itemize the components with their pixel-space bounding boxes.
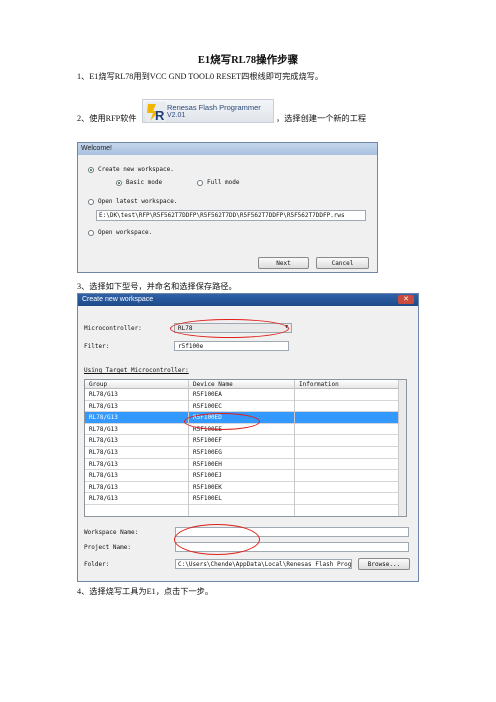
table-row[interactable]: RL78/G13 R5F100EK	[85, 482, 406, 494]
microcontroller-label: Microcontroller:	[84, 325, 142, 332]
filter-input[interactable]: r5f100e	[174, 341, 289, 351]
folder-label: Folder:	[84, 561, 110, 568]
new-workspace-dialog: Create new workspace ✕ Microcontroller: …	[77, 293, 419, 582]
full-mode-label[interactable]: Full mode	[207, 179, 240, 186]
new-workspace-dialog-title: Create new workspace	[78, 294, 418, 306]
cell-group: RL78/G13	[89, 483, 118, 491]
cell-device-name: R5F100EL	[193, 495, 222, 503]
close-icon[interactable]: ✕	[398, 295, 414, 304]
step-1-text: 1、E1烧写RL78用到VCC GND TOOL0 RESET四根线即可完成烧写…	[77, 72, 324, 81]
microcontroller-annotation-oval	[170, 319, 289, 338]
cell-group: RL78/G13	[89, 495, 118, 503]
rfp-logo-version: V2.01	[167, 112, 186, 119]
cell-device-name: R5F100EJ	[193, 472, 222, 480]
cell-device-name: R5F100EC	[193, 402, 222, 410]
cancel-button[interactable]: Cancel	[316, 257, 369, 269]
cell-group: RL78/G13	[89, 402, 118, 410]
using-target-label: Using Target Microcontroller:	[84, 367, 189, 374]
project-name-label: Project Name:	[84, 544, 131, 551]
device-table: Group Device Name Information RL78/G13 R5…	[84, 379, 407, 517]
next-button[interactable]: Next	[258, 257, 309, 269]
workspace-name-annotation-oval	[174, 524, 260, 555]
cell-device-name: R5F100EH	[193, 460, 222, 468]
table-row[interactable]: RL78/G13 R5F100EF	[85, 435, 406, 447]
column-group[interactable]: Group	[89, 381, 107, 388]
welcome-dialog-title: Welcome!	[78, 143, 377, 155]
open-latest-workspace-label[interactable]: Open latest workspace.	[98, 198, 177, 205]
cell-group: RL78/G13	[89, 391, 118, 398]
step-3-text: 3、选择如下型号，并命名和选择保存路径。	[77, 282, 237, 291]
basic-mode-label[interactable]: Basic mode	[126, 179, 162, 186]
browse-button[interactable]: Browse...	[358, 558, 410, 570]
cell-group: RL78/G13	[89, 425, 118, 433]
welcome-dialog: Welcome! Create new workspace. Basic mod…	[77, 142, 378, 273]
open-workspace-label[interactable]: Open workspace.	[98, 229, 152, 236]
selected-device-annotation-oval	[184, 413, 260, 430]
column-information[interactable]: Information	[299, 381, 339, 388]
table-row[interactable]: RL78/G13 R5F100EC	[85, 401, 406, 413]
column-device-name[interactable]: Device Name	[193, 381, 233, 388]
cell-group: RL78/G13	[89, 472, 118, 480]
table-scrollbar[interactable]	[398, 380, 406, 516]
cell-group: RL78/G13	[89, 414, 118, 422]
full-mode-radio[interactable]	[197, 180, 203, 186]
cell-group: RL78/G13	[89, 448, 118, 456]
svg-text:R: R	[155, 108, 165, 122]
table-row[interactable]: RL78/G13 R5F100EG	[85, 447, 406, 459]
folder-input[interactable]: C:\Users\Chende\AppData\Local\Renesas Fl…	[175, 559, 352, 569]
step-2-prefix: 2、使用RFP软件	[77, 114, 137, 123]
rfp-logo: R Renesas Flash Programmer V2.01	[142, 99, 274, 123]
table-row[interactable]: RL78/G13 R5F100EH	[85, 459, 406, 471]
open-latest-workspace-radio[interactable]	[88, 199, 94, 205]
renesas-r-icon: R	[146, 102, 166, 122]
table-row[interactable]: RL78/G13 R5F100EJ	[85, 470, 406, 482]
latest-workspace-path: E:\DK\test\RFP\R5F562T7DDFP\R5F562T7DD\R…	[96, 210, 366, 221]
rfp-logo-name: Renesas Flash Programmer	[167, 103, 261, 112]
cell-device-name: R5F100EF	[193, 437, 222, 445]
create-new-workspace-label[interactable]: Create new workspace.	[98, 166, 174, 173]
cell-device-name: R5F100EG	[193, 448, 222, 456]
cell-group: RL78/G13	[89, 460, 118, 468]
table-header: Group Device Name Information	[85, 380, 406, 389]
basic-mode-radio[interactable]	[116, 180, 122, 186]
cell-device-name: R5F100EK	[193, 483, 222, 491]
table-row[interactable]: RL78/G13 R5F100EA	[85, 389, 406, 401]
table-body: RL78/G13 R5F100EA RL78/G13 R5F100EC RL78/G13…	[85, 389, 406, 505]
filter-label: Filter:	[84, 343, 110, 350]
step-2-suffix: ，选择创建一个新的工程	[276, 114, 367, 123]
open-workspace-radio[interactable]	[88, 230, 94, 236]
create-new-workspace-radio[interactable]	[88, 167, 94, 173]
step-4-text: 4、选择烧写工具为E1，点击下一步。	[77, 587, 214, 596]
cell-device-name: R5F100EA	[193, 391, 222, 398]
document-title: E1烧写RL78操作步骤	[197, 55, 299, 66]
cell-group: RL78/G13	[89, 437, 118, 445]
workspace-name-label: Workspace Name:	[84, 529, 139, 536]
table-row[interactable]: RL78/G13 R5F100EL	[85, 493, 406, 505]
